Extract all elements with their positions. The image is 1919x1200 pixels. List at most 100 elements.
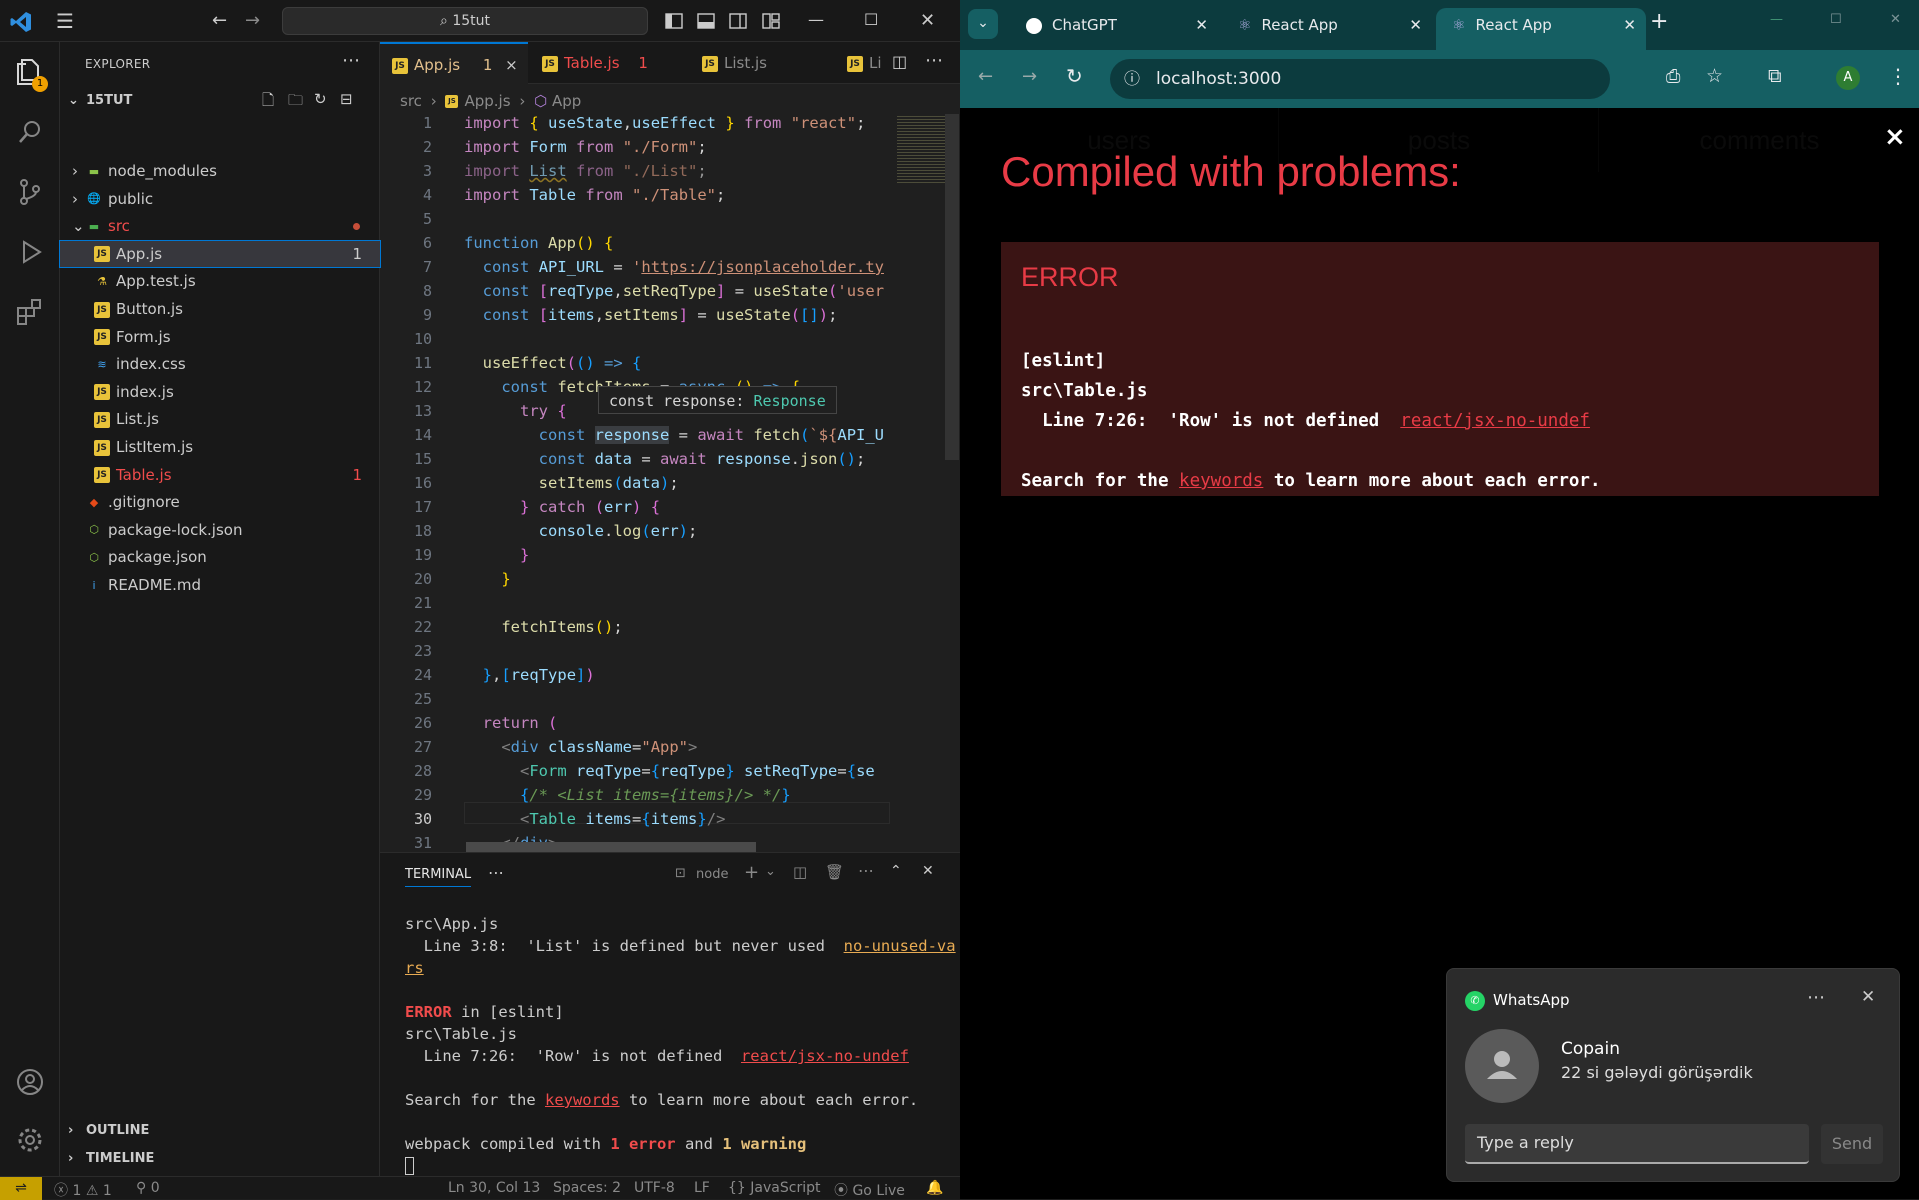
maximize-panel-icon[interactable]: ⌃: [890, 863, 902, 879]
tree-item--gitignore[interactable]: ◆ .gitignore: [60, 489, 380, 515]
outline-section[interactable]: › OUTLINE: [60, 1118, 380, 1144]
tree-item-node-modules[interactable]: › ▬ node_modules: [60, 158, 380, 184]
command-center-search[interactable]: ⌕ 15tut: [282, 7, 648, 35]
profile-avatar[interactable]: A: [1836, 66, 1860, 90]
code-editor[interactable]: 1 2 3 4 5 6 7 8 9 10 11 12 13 14 15 16 17 18 19 20 21 22 23 24 2…: [380, 114, 960, 852]
forward-arrow-icon[interactable]: →: [245, 10, 260, 31]
forward-arrow-icon[interactable]: →: [1022, 66, 1037, 87]
person-icon: [1487, 1051, 1517, 1079]
extensions-icon[interactable]: ⧉: [1768, 65, 1782, 87]
notifications-bell-icon[interactable]: 🔔: [926, 1180, 943, 1196]
encoding[interactable]: UTF-8: [634, 1180, 675, 1196]
timeline-section[interactable]: › TIMELINE: [60, 1146, 380, 1172]
search-icon[interactable]: [14, 116, 46, 148]
line-ending[interactable]: LF: [694, 1180, 710, 1196]
collapse-all-icon[interactable]: ⊟: [340, 90, 353, 108]
new-terminal-icon[interactable]: +: [744, 862, 759, 883]
back-arrow-icon[interactable]: ←: [978, 66, 993, 87]
tree-item-app-test-js[interactable]: ⚗ App.test.js: [60, 268, 380, 294]
close-icon[interactable]: ✕: [1195, 8, 1208, 42]
tree-item-button-js[interactable]: JS Button.js: [60, 296, 380, 322]
minimize-icon[interactable]: —: [808, 10, 824, 29]
tree-item-form-js[interactable]: JS Form.js: [60, 324, 380, 350]
run-debug-icon[interactable]: [14, 236, 46, 268]
tab-search-button[interactable]: ⌄: [968, 9, 998, 39]
go-live-button[interactable]: ⦿ Go Live: [834, 1180, 905, 1200]
trash-icon[interactable]: 🗑: [825, 863, 844, 881]
close-overlay-button[interactable]: ×: [1884, 122, 1906, 152]
toggle-sidebar-icon[interactable]: [665, 12, 683, 30]
tree-item-index-css[interactable]: ≋ index.css: [60, 351, 380, 377]
tab-app-js[interactable]: JS App.js 1 ×: [380, 42, 528, 84]
tab-table-js[interactable]: JS Table.js 1: [530, 42, 666, 84]
browser-tab-chatgpt[interactable]: ChatGPT ✕: [1010, 8, 1218, 50]
cursor-position[interactable]: Ln 30, Col 13: [448, 1180, 540, 1196]
panel-more-icon[interactable]: ⋯: [488, 863, 504, 882]
split-editor-icon[interactable]: ◫: [892, 52, 907, 71]
language-mode[interactable]: {} JavaScript: [728, 1180, 820, 1196]
source-control-icon[interactable]: [14, 176, 46, 208]
menu-icon[interactable]: ☰: [56, 9, 74, 33]
send-button[interactable]: Send: [1821, 1124, 1883, 1164]
tree-item-app-js[interactable]: JS App.js 1: [59, 239, 381, 268]
split-terminal-icon[interactable]: ◫: [793, 863, 807, 881]
tree-item-public[interactable]: › 🌐 public: [60, 186, 380, 212]
new-tab-icon[interactable]: +: [1650, 9, 1668, 34]
tree-item-readme-md[interactable]: i README.md: [60, 572, 380, 598]
notification-more-icon[interactable]: ⋯: [1807, 987, 1825, 1008]
close-window-icon[interactable]: ✕: [1890, 12, 1901, 27]
close-icon[interactable]: ×: [505, 56, 518, 74]
toggle-panel-icon[interactable]: [697, 12, 715, 30]
panel-actions-icon[interactable]: ⋯: [858, 861, 874, 880]
close-icon[interactable]: ✕: [1409, 8, 1422, 42]
customize-layout-icon[interactable]: [762, 12, 780, 30]
install-app-icon[interactable]: ⎙: [1666, 66, 1680, 87]
close-window-icon[interactable]: ✕: [920, 10, 935, 31]
new-folder-icon[interactable]: 🗀: [288, 90, 303, 115]
problems-indicator[interactable]: ⓧ 1 ⚠ 1: [54, 1180, 112, 1200]
horizontal-scrollbar[interactable]: [466, 842, 756, 852]
accounts-icon[interactable]: [14, 1066, 46, 1098]
maximize-icon[interactable]: ☐: [1830, 12, 1842, 27]
minimap[interactable]: [897, 114, 945, 184]
terminal-shell-label[interactable]: node: [696, 867, 728, 882]
tab-terminal[interactable]: TERMINAL: [405, 867, 472, 887]
new-file-icon[interactable]: 🗋: [262, 90, 274, 115]
minimize-icon[interactable]: —: [1770, 12, 1783, 27]
bookmark-star-icon[interactable]: ☆: [1706, 65, 1723, 87]
terminal-output[interactable]: src\App.js Line 3:8: 'List' is defined b…: [405, 913, 956, 1175]
tab-listitem-js[interactable]: JS Li: [835, 42, 895, 84]
chevron-down-icon[interactable]: ⌄: [765, 864, 776, 879]
browser-tab-react-app-2[interactable]: ⚛ React App ✕: [1436, 8, 1646, 50]
vertical-scrollbar[interactable]: [945, 114, 959, 460]
reply-input[interactable]: Type a reply: [1465, 1124, 1809, 1164]
tree-item-package-lock-json[interactable]: ⬡ package-lock.json: [60, 517, 380, 543]
tree-item-src[interactable]: ⌄ ▬ src: [60, 213, 380, 239]
tree-item-table-js[interactable]: JS Table.js 1: [60, 462, 380, 488]
extensions-icon[interactable]: [14, 296, 46, 328]
remote-indicator[interactable]: ⇌: [0, 1177, 42, 1200]
close-panel-icon[interactable]: ✕: [922, 863, 934, 879]
more-actions-icon[interactable]: ⋯: [342, 50, 360, 71]
maximize-icon[interactable]: ☐: [864, 10, 878, 29]
browser-menu-icon[interactable]: ⋮: [1888, 64, 1908, 88]
address-bar[interactable]: ⓘ localhost:3000: [1110, 59, 1610, 99]
toggle-secondary-sidebar-icon[interactable]: [729, 12, 747, 30]
settings-gear-icon[interactable]: [14, 1124, 46, 1156]
tree-item-list-js[interactable]: JS List.js: [60, 406, 380, 432]
reload-icon[interactable]: ↻: [1066, 64, 1083, 88]
indentation[interactable]: Spaces: 2: [553, 1180, 621, 1196]
ports-indicator[interactable]: ⚲ 0: [136, 1180, 160, 1196]
refresh-icon[interactable]: ↻: [314, 90, 327, 108]
close-notification-icon[interactable]: ✕: [1861, 987, 1875, 1007]
browser-tab-react-app-1[interactable]: ⚛ React App ✕: [1222, 8, 1432, 50]
tree-item-index-js[interactable]: JS index.js: [60, 379, 380, 405]
editor-more-icon[interactable]: ⋯: [925, 50, 943, 71]
close-icon[interactable]: ✕: [1623, 8, 1636, 42]
tree-item-listitem-js[interactable]: JS ListItem.js: [60, 434, 380, 460]
tab-list-js[interactable]: JS List.js: [690, 42, 802, 84]
back-arrow-icon[interactable]: ←: [212, 10, 227, 31]
project-root[interactable]: ⌄ 15TUT: [60, 88, 380, 114]
info-icon: i: [92, 578, 96, 592]
tree-item-package-json[interactable]: ⬡ package.json: [60, 544, 380, 570]
